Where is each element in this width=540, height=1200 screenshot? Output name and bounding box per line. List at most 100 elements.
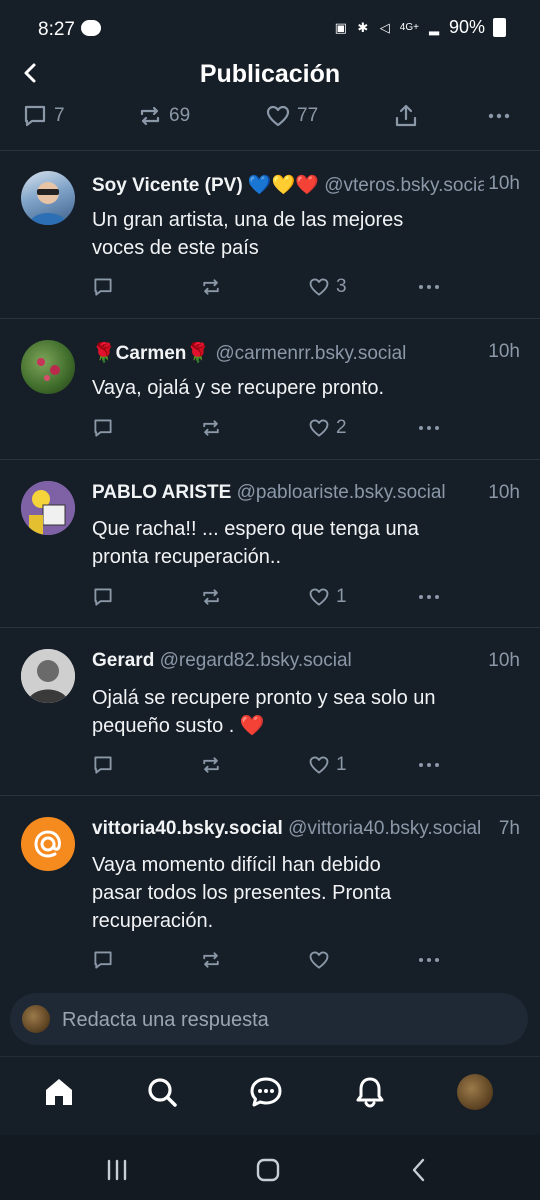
like-button[interactable] xyxy=(308,947,336,973)
mute-icon: ◁ xyxy=(379,19,390,35)
text-line: Que racha!! ... espero que tenga una xyxy=(92,518,419,540)
repost-icon xyxy=(203,420,219,436)
author-handle[interactable]: @pabloariste.bsky.social xyxy=(237,482,446,503)
post-header: vittoria40.bsky.social @vittoria40.bsky.… xyxy=(92,818,520,846)
ellipsis-icon xyxy=(419,426,439,430)
nav-profile-avatar[interactable] xyxy=(457,1074,493,1110)
text-line: Ojalá se recupere pronto y sea solo un xyxy=(92,687,436,709)
like-button[interactable]: 2 xyxy=(308,415,347,441)
like-button[interactable]: 3 xyxy=(308,274,347,300)
more-options-button[interactable] xyxy=(416,274,442,300)
nav-search[interactable] xyxy=(144,1074,180,1110)
reply-button[interactable] xyxy=(92,752,114,778)
nav-home[interactable] xyxy=(41,1074,77,1110)
post-text: Vaya momento difícil han debido pasar to… xyxy=(92,851,516,935)
post-actions: 1 xyxy=(92,752,452,778)
reply-composer[interactable] xyxy=(10,993,528,1045)
repost-button[interactable] xyxy=(200,274,222,300)
reply-button[interactable] xyxy=(92,584,114,610)
post-actions: 1 xyxy=(92,584,452,610)
recent-apps-button[interactable] xyxy=(102,1155,132,1185)
like-button[interactable]: 1 xyxy=(308,584,347,610)
reply-button[interactable] xyxy=(92,947,114,973)
author-handle[interactable]: @vittoria40.bsky.social xyxy=(288,818,481,839)
reply-post[interactable]: vittoria40.bsky.social @vittoria40.bsky.… xyxy=(0,796,540,980)
chevron-left-icon xyxy=(412,1158,425,1182)
repost-button[interactable]: 69 xyxy=(137,98,190,134)
author-name[interactable]: Soy Vicente (PV) 💙💛❤️ xyxy=(92,175,319,196)
text-line: voces de este país xyxy=(92,237,259,259)
text-line: pequeño susto . ❤️ xyxy=(92,715,265,737)
heart-icon xyxy=(309,588,329,606)
post-text: Ojalá se recupere pronto y sea solo un p… xyxy=(92,684,516,740)
share-button[interactable] xyxy=(393,98,419,134)
reply-post[interactable]: Gerard @regard82.bsky.social 10h Ojalá s… xyxy=(0,628,540,795)
avatar[interactable] xyxy=(21,171,75,225)
author-handle[interactable]: @carmenrr.bsky.social xyxy=(215,343,406,364)
repost-button[interactable] xyxy=(200,584,222,610)
reply-button[interactable]: 7 xyxy=(22,98,65,134)
home-system-button[interactable] xyxy=(253,1155,283,1185)
repost-button[interactable] xyxy=(200,752,222,778)
heart-icon xyxy=(309,951,329,969)
comment-icon xyxy=(94,951,112,969)
more-options-button[interactable] xyxy=(486,98,512,134)
avatar xyxy=(22,1005,50,1033)
status-time: 8:27 xyxy=(38,19,75,40)
header: Publicación xyxy=(0,50,540,100)
post-time: 7h xyxy=(494,818,520,840)
more-options-button[interactable] xyxy=(416,415,442,441)
ellipsis-icon xyxy=(419,285,439,289)
reply-post[interactable]: Soy Vicente (PV) 💙💛❤️ @vteros.bsky.socia… xyxy=(0,151,540,318)
reply-post[interactable]: PABLO ARISTE @pabloariste.bsky.social 10… xyxy=(0,460,540,627)
post-time: 10h xyxy=(484,482,520,504)
author-name[interactable]: Gerard xyxy=(92,650,154,671)
author-name[interactable]: PABLO ARISTE xyxy=(92,482,231,503)
search-icon xyxy=(148,1078,177,1107)
nav-notifications[interactable] xyxy=(352,1074,388,1110)
author-handle[interactable]: @vteros.bsky.social xyxy=(324,175,492,196)
back-system-button[interactable] xyxy=(404,1155,434,1185)
text-line: pronta recuperación.. xyxy=(92,546,282,568)
author-handle[interactable]: @regard82.bsky.social xyxy=(160,650,352,671)
ellipsis-icon xyxy=(419,763,439,767)
ellipsis-icon xyxy=(419,958,439,962)
reply-input[interactable] xyxy=(60,1001,504,1039)
avatar[interactable] xyxy=(21,649,75,703)
author-name[interactable]: 🌹Carmen🌹 xyxy=(92,343,210,364)
status-icons: ▣ ✱ ◁ 4G+ ▂ 90% xyxy=(334,17,506,38)
author-name[interactable]: vittoria40.bsky.social xyxy=(92,818,283,839)
more-options-button[interactable] xyxy=(416,584,442,610)
comment-icon xyxy=(94,588,112,606)
reply-button[interactable] xyxy=(92,415,114,441)
avatar[interactable] xyxy=(21,340,75,394)
post-header: PABLO ARISTE @pabloariste.bsky.social 10… xyxy=(92,482,520,510)
comment-icon xyxy=(94,419,112,437)
more-options-button[interactable] xyxy=(416,947,442,973)
post-time: 10h xyxy=(484,173,520,195)
repost-button[interactable] xyxy=(200,415,222,441)
like-button[interactable]: 77 xyxy=(265,98,318,134)
post-time: 10h xyxy=(484,650,520,672)
post-header: 🌹Carmen🌹 @carmenrr.bsky.social 10h xyxy=(92,341,520,369)
more-options-button[interactable] xyxy=(416,752,442,778)
comment-icon xyxy=(24,105,46,127)
text-line: Vaya momento difícil han debido xyxy=(92,854,381,876)
nav-chat[interactable] xyxy=(248,1074,284,1110)
bottom-navigation xyxy=(0,1056,540,1127)
heart-icon xyxy=(309,756,329,774)
avatar[interactable] xyxy=(21,817,75,871)
at-sign-icon xyxy=(34,830,61,858)
recent-apps-icon xyxy=(107,1159,127,1181)
repost-button[interactable] xyxy=(200,947,222,973)
reply-post[interactable]: 🌹Carmen🌹 @carmenrr.bsky.social 10h Vaya,… xyxy=(0,319,540,459)
like-button[interactable]: 1 xyxy=(308,752,347,778)
post-header: Soy Vicente (PV) 💙💛❤️ @vteros.bsky.socia… xyxy=(92,173,520,201)
avatar[interactable] xyxy=(21,481,75,535)
heart-icon xyxy=(309,419,329,437)
reply-button[interactable] xyxy=(92,274,114,300)
like-count: 1 xyxy=(336,586,347,607)
ellipsis-icon xyxy=(488,113,510,119)
repost-icon xyxy=(203,589,219,605)
post-text: Que racha!! ... espero que tenga una pro… xyxy=(92,515,516,571)
